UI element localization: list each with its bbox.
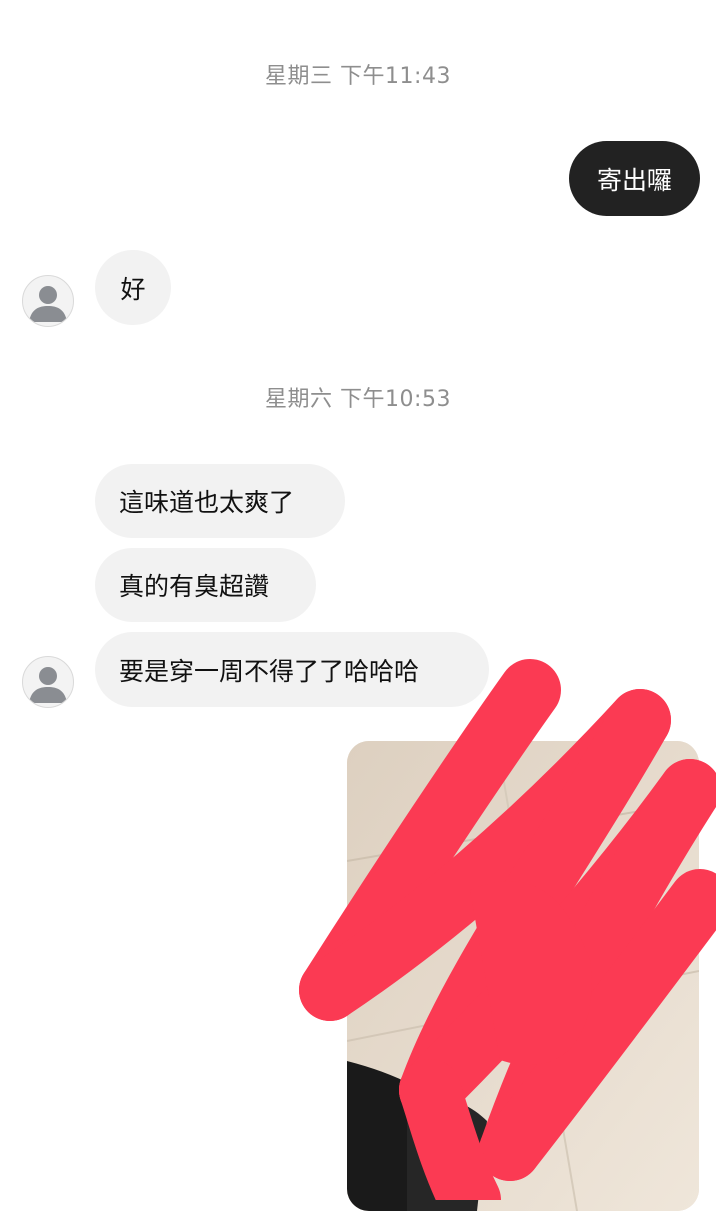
photo-content-image bbox=[347, 741, 699, 1211]
outgoing-photo-message[interactable] bbox=[347, 741, 699, 1211]
incoming-message-bubble[interactable]: 好 bbox=[95, 250, 171, 325]
incoming-message-bubble[interactable]: 要是穿一周不得了了哈哈哈 bbox=[95, 632, 489, 707]
default-user-icon bbox=[29, 286, 67, 322]
message-text: 好 bbox=[120, 274, 146, 304]
avatar-default-user-icon[interactable] bbox=[22, 656, 74, 708]
timestamp-wednesday: 星期三 下午11:43 bbox=[265, 64, 451, 89]
message-text: 寄出囉 bbox=[596, 165, 672, 195]
outgoing-message-bubble[interactable]: 寄出囉 bbox=[569, 141, 700, 216]
incoming-message-bubble[interactable]: 真的有臭超讚 bbox=[95, 548, 316, 622]
message-text: 真的有臭超讚 bbox=[119, 572, 270, 601]
avatar-default-user-icon[interactable] bbox=[22, 275, 74, 327]
incoming-message-bubble[interactable]: 這味道也太爽了 bbox=[95, 464, 345, 538]
default-user-icon bbox=[29, 667, 67, 703]
timestamp-saturday: 星期六 下午10:53 bbox=[265, 387, 451, 412]
message-text: 要是穿一周不得了了哈哈哈 bbox=[119, 656, 420, 686]
message-text: 這味道也太爽了 bbox=[119, 488, 295, 517]
